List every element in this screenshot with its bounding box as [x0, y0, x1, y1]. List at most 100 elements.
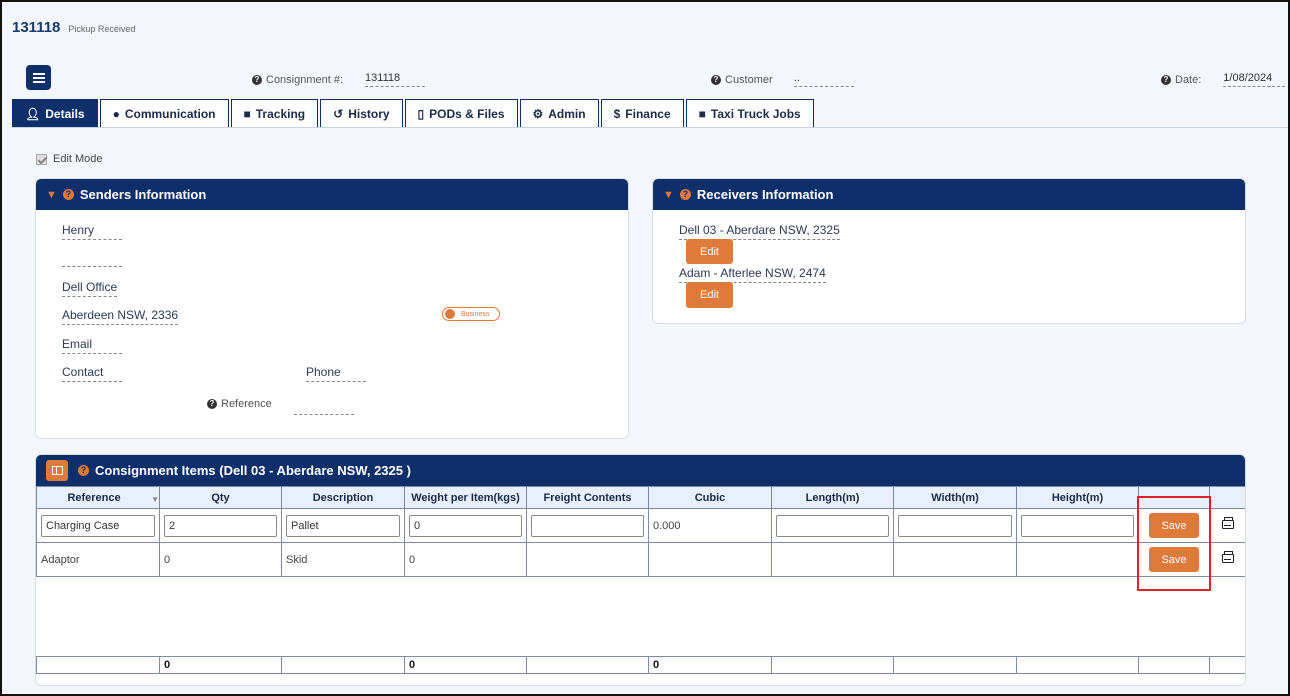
sort-icon[interactable]: ▼	[151, 495, 159, 504]
comment-icon: ●	[112, 106, 120, 121]
save-button[interactable]: Save	[1149, 547, 1199, 572]
consignment-value[interactable]: 131118	[365, 72, 426, 87]
tab-taxi-truck-jobs[interactable]: ■ Taxi Truck Jobs	[685, 99, 814, 128]
sender-phone[interactable]: Phone	[306, 365, 366, 382]
height-input[interactable]	[1021, 514, 1134, 537]
receivers-panel: ▼ ? Receivers Information Dell 03 - Aber…	[652, 178, 1246, 324]
length-input[interactable]	[776, 514, 889, 537]
status-text: Pickup Received	[68, 24, 136, 34]
column-header: Weight per Item(kgs)	[404, 486, 527, 509]
reference-value[interactable]	[293, 403, 354, 415]
reference-label: Reference	[221, 398, 272, 410]
table-row: Adaptor 0 Skid 0 Save	[36, 542, 1245, 577]
truck-icon: ■	[698, 106, 706, 121]
tab-details[interactable]: 👤︎ Details	[12, 99, 98, 128]
tab-communication[interactable]: ● Communication	[99, 99, 229, 128]
weight-input[interactable]	[409, 514, 522, 537]
total-weight: 0	[404, 656, 527, 674]
width-cell	[893, 542, 1017, 577]
qty-cell: 0	[159, 542, 282, 577]
edit-mode-checkbox[interactable]	[36, 153, 47, 165]
help-icon[interactable]: ?	[78, 465, 89, 476]
tab-tracking[interactable]: ■ Tracking	[230, 99, 319, 128]
sender-blank-field[interactable]	[62, 253, 122, 267]
map-marker-icon: ▼	[46, 188, 57, 201]
cubic-value: 0.000	[648, 508, 772, 543]
description-input[interactable]	[286, 514, 400, 537]
sender-name[interactable]: Henry	[62, 223, 122, 240]
receivers-title: Receivers Information	[696, 187, 834, 202]
edit-receiver-button[interactable]: Edit	[686, 282, 733, 308]
senders-panel: ▼ ? Senders Information Henry Dell Offic…	[35, 178, 629, 439]
table-header-row: Reference ▼ Qty Description Weight per It…	[36, 486, 1245, 509]
gear-icon: ⚙	[532, 106, 544, 121]
receiver-entry[interactable]: Dell 03 - Aberdare NSW, 2325	[679, 223, 840, 240]
qty-input[interactable]	[164, 514, 277, 537]
help-icon: ?	[1161, 74, 1171, 85]
items-title: Consignment Items (Dell 03 - Aberdare NS…	[95, 463, 411, 478]
empty-area	[36, 576, 1245, 657]
items-header: ? Consignment Items (Dell 03 - Aberdare …	[36, 455, 1245, 486]
date-field: ? Date: 1/08/2024	[1161, 72, 1286, 87]
freight-cell	[526, 542, 649, 577]
receiver-entry[interactable]: Adam - Afterlee NSW, 2474	[679, 266, 826, 283]
tab-bar: 👤︎ Details ● Communication ■ Tracking ↺ Hist…	[12, 99, 814, 128]
edit-mode-toggle: Edit Mode	[36, 153, 103, 165]
history-icon: ↺	[333, 106, 344, 121]
dollar-icon: $	[613, 106, 621, 121]
help-icon[interactable]: ?	[62, 189, 74, 200]
reference-field: ? Reference	[207, 393, 354, 415]
help-icon: ?	[711, 74, 721, 85]
map-marker-icon: ▼	[663, 188, 674, 201]
senders-title: Senders Information	[79, 187, 207, 202]
sender-company[interactable]: Dell Office	[62, 280, 118, 297]
business-toggle-label: Business	[461, 310, 490, 318]
help-icon: ?	[207, 399, 217, 409]
print-icon[interactable]	[1222, 516, 1234, 529]
help-icon[interactable]: ?	[679, 189, 691, 200]
receivers-header: ▼ ? Receivers Information	[653, 179, 1245, 210]
reference-cell: Adaptor	[36, 542, 160, 577]
truck-icon: ■	[243, 106, 251, 121]
save-button[interactable]: Save	[1149, 513, 1199, 538]
table-row: 0.000 Save	[36, 508, 1245, 543]
user-icon: 👤︎	[25, 106, 41, 121]
column-header-reference[interactable]: Reference ▼	[36, 486, 160, 509]
tab-pods-files[interactable]: ▯ PODs & Files	[404, 99, 518, 128]
edit-receiver-button[interactable]: Edit	[686, 239, 733, 264]
length-cell	[771, 542, 894, 577]
menu-button[interactable]	[26, 65, 51, 90]
page-title: 131118 Pickup Received	[12, 19, 135, 36]
sender-suburb[interactable]: Aberdeen NSW, 2336	[62, 308, 179, 325]
tab-divider	[12, 127, 1288, 128]
column-header-actions	[1138, 486, 1210, 509]
items-table: Reference ▼ Qty Description Weight per It…	[36, 486, 1245, 674]
tab-finance[interactable]: $ Finance	[600, 99, 684, 128]
width-input[interactable]	[898, 514, 1012, 537]
hamburger-icon	[32, 76, 45, 79]
file-icon: ▯	[417, 106, 425, 121]
cubic-cell	[648, 542, 772, 577]
description-cell: Skid	[281, 542, 405, 577]
print-icon[interactable]	[1222, 550, 1234, 563]
date-label: Date:	[1175, 73, 1202, 86]
customer-value[interactable]: ..	[793, 72, 854, 87]
tab-admin[interactable]: ⚙ Admin	[519, 99, 599, 128]
business-toggle[interactable]: Business	[442, 307, 500, 321]
date-value[interactable]: 1/08/2024	[1223, 72, 1286, 87]
consignment-items-panel: ? Consignment Items (Dell 03 - Aberdare …	[35, 454, 1246, 686]
help-icon: ?	[252, 74, 262, 85]
consignment-number: 131118	[12, 19, 61, 36]
freight-input[interactable]	[531, 514, 644, 537]
consignment-field: ? Consignment #: 131118	[252, 72, 426, 87]
sender-contact[interactable]: Contact	[62, 365, 122, 382]
columns-toggle-icon[interactable]	[46, 460, 68, 481]
toggle-knob	[445, 309, 455, 319]
reference-input[interactable]	[41, 514, 155, 537]
tab-history[interactable]: ↺ History	[320, 99, 403, 128]
sender-email[interactable]: Email	[62, 337, 122, 354]
totals-row: 0 0 0	[36, 656, 1245, 674]
column-header: Freight Contents	[526, 486, 649, 509]
edit-mode-label: Edit Mode	[53, 153, 103, 165]
column-header: Qty	[159, 486, 282, 509]
